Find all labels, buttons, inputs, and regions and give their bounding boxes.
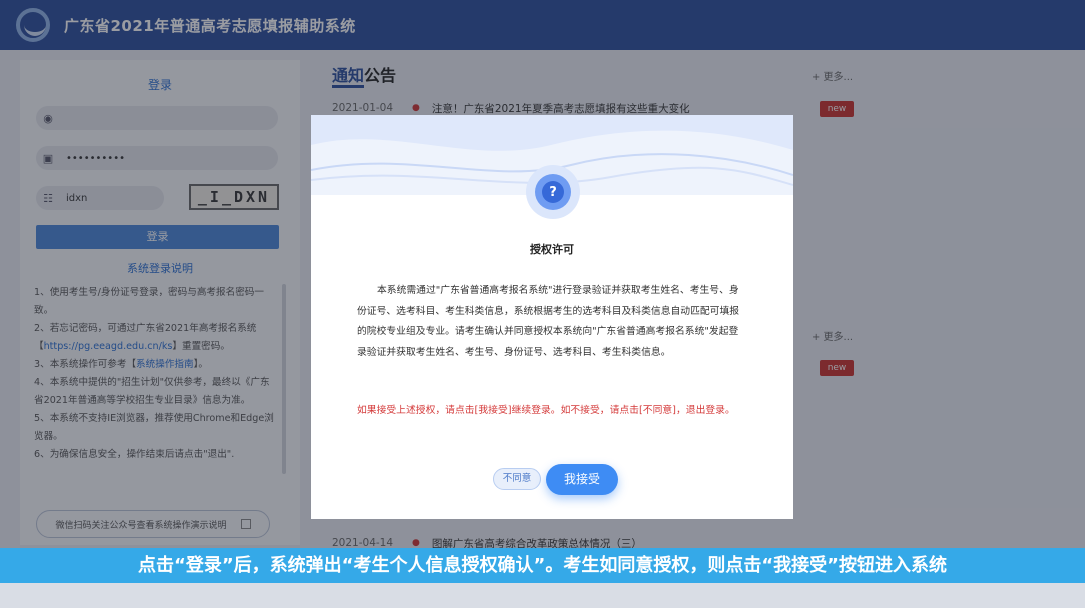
dialog-title: 授权许可 [530,243,574,256]
question-icon: ? [526,165,580,219]
authorization-dialog: ? 授权许可 本系统需通过"广东省普通高考报名系统"进行登录验证并获取考生姓名、… [311,115,793,519]
video-caption: 点击“登录”后，系统弹出“考生个人信息授权确认”。考生如同意授权，则点击“我接受… [0,548,1085,583]
accept-button[interactable]: 我接受 [546,464,618,495]
disagree-button[interactable]: 不同意 [493,468,541,490]
dialog-body: 本系统需通过"广东省普通高考报名系统"进行登录验证并获取考生姓名、考生号、身份证… [357,285,740,358]
dialog-warning: 如果接受上述授权，请点击[我接受]继续登录。如不接受，请点击[不同意]，退出登录… [357,405,735,416]
page-footer [0,583,1085,608]
